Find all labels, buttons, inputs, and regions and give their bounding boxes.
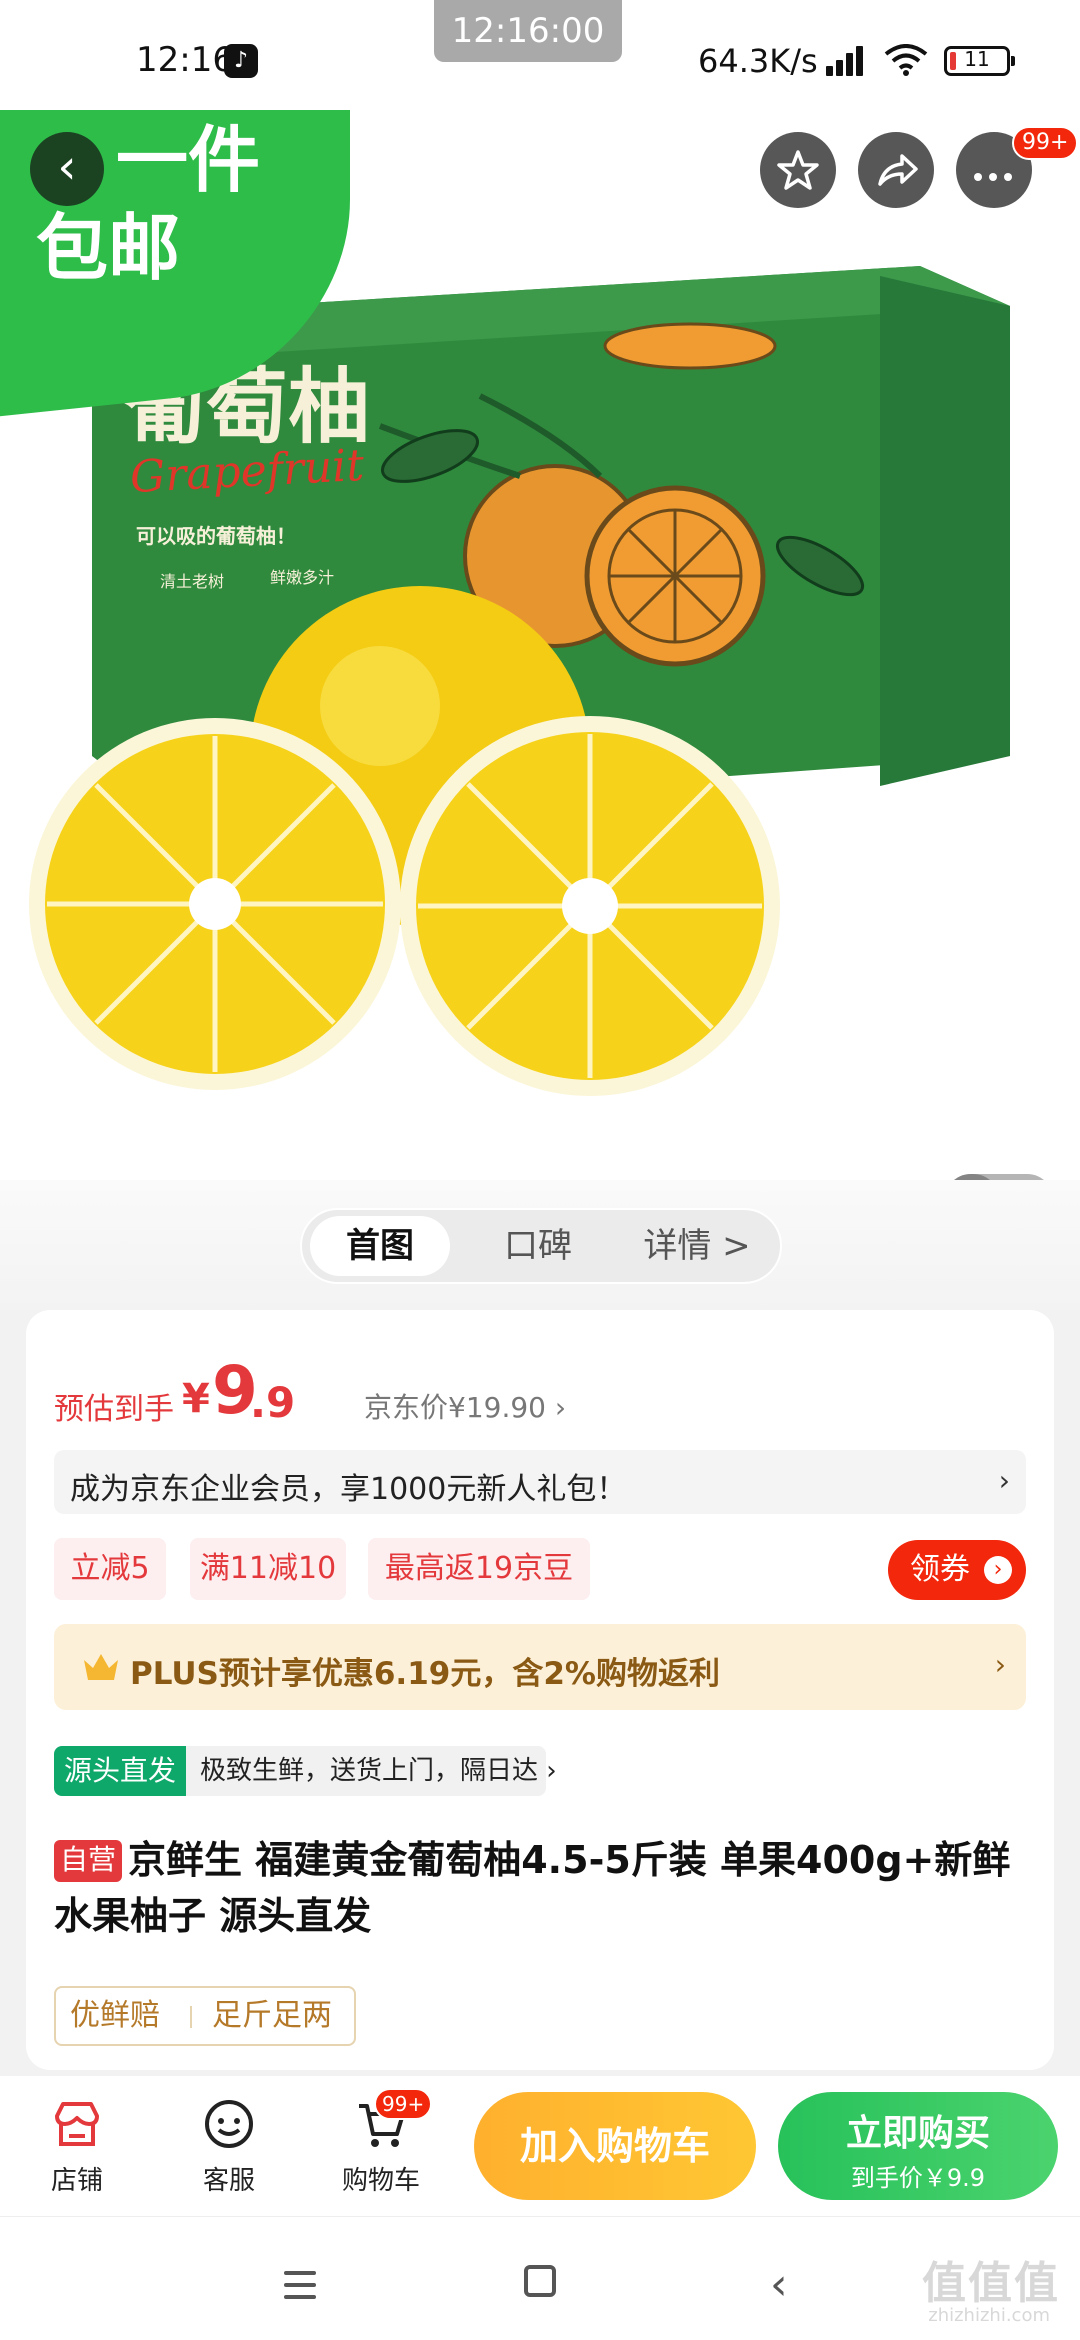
box-tagline: 可以吸的葡萄柚！ [136,524,296,548]
source-description: 极致生鲜，送货上门，隔日达 › [186,1746,557,1796]
store-label: 店铺 [50,2166,103,2196]
chevron-right-icon: › [994,1648,1006,1681]
member-banner[interactable]: 成为京东企业会员，享1000元新人礼包！ › [54,1450,1026,1514]
star-icon [777,150,819,190]
system-navigation-bar: ‹ 值值值 zhizhizhi.com [0,2216,1080,2340]
status-bar: 12:16 ♪ 12:16:00 64.3K/s 11 [0,0,1080,110]
coupon-tag-discount[interactable]: 立减5 [54,1538,166,1600]
share-icon [878,154,918,186]
product-title-text: 京鲜生 福建黄金葡萄柚4.5-5斤装 单果400g+新鲜水果柚子 源头直发 [54,1838,1011,1938]
clock-pill: 12:16:00 [434,0,622,62]
self-operated-badge: 自营 [54,1840,123,1882]
back-button[interactable]: ‹ [30,132,104,206]
watermark: 值值值 [922,2258,1060,2309]
chat-icon [205,2100,253,2148]
estimated-price-label: 预估到手 [54,1392,174,1427]
chevron-right-icon: › [998,1464,1010,1497]
jd-price-link[interactable]: 京东价¥19.90 › [364,1386,566,1426]
coupon-tag-threshold[interactable]: 满11减10 [190,1538,346,1600]
product-title: 自营 京鲜生 福建黄金葡萄柚4.5-5斤装 单果400g+新鲜水果柚子 源头直发 [54,1832,1034,1944]
product-info-card: 预估到手 ¥ 9 .9 京东价¥19.90 › 成为京东企业会员，享1000元新… [26,1310,1054,2070]
plus-banner-text: PLUS预计享优惠6.19元，含2%购物返利 [130,1656,720,1692]
coupon-tag-jingdou[interactable]: 最高返19京豆 [368,1538,590,1600]
guarantee-tags[interactable]: 优鲜赔 足斤足两 [54,1986,356,2046]
buy-now-price: 到手价￥9.9 [850,2164,986,2192]
network-speed: 64.3K/s [698,42,818,80]
crown-icon [84,1654,118,1680]
status-time: 12:16 [136,40,234,80]
tab-main-image[interactable]: 首图 [310,1216,450,1276]
buy-now-button[interactable]: 立即购买 到手价￥9.9 [778,2092,1058,2200]
price-decimal: .9 [250,1378,296,1427]
service-label: 客服 [202,2166,255,2196]
signal-icon [826,42,870,76]
tab-reviews[interactable]: 口碑 [478,1216,598,1276]
back-nav-button[interactable]: ‹ [770,2259,788,2310]
box-feature-2: 鲜嫩多汁 [270,568,335,587]
chevron-right-icon: › [984,1556,1012,1584]
customer-service-button[interactable]: 客服 [174,2096,284,2197]
add-to-cart-button[interactable]: 加入购物车 [474,2092,756,2200]
box-feature-1: 清土老树 [160,572,225,591]
home-button[interactable] [524,2265,556,2297]
wifi-icon [884,44,928,76]
store-icon [55,2102,99,2146]
product-image-carousel[interactable]: 葡萄柚 Grapefruit 可以吸的葡萄柚！ 清土老树 鲜嫩多汁 一件 包邮 … [0,96,1080,1180]
recent-apps-button[interactable] [284,2271,316,2307]
guarantee-weight: 足斤足两 [212,1998,332,2033]
tiktok-icon: ♪ [224,44,258,78]
more-icon [974,166,1019,185]
guarantee-fresh: 优鲜赔 [70,1998,160,2033]
plus-banner[interactable]: PLUS预计享优惠6.19元，含2%购物返利 › [54,1624,1026,1710]
battery-icon: 11 [944,46,1015,76]
get-coupon-button[interactable]: 领券 › [888,1540,1026,1600]
favorite-button[interactable] [760,132,836,208]
watermark-url: zhizhizhi.com [928,2305,1050,2326]
cart-badge: 99+ [374,2088,433,2120]
cart-label: 购物车 [341,2166,420,2196]
member-banner-text: 成为京东企业会员，享1000元新人礼包！ [70,1472,627,1507]
bottom-action-bar: 店铺 客服 购物车 99+ 加入购物车 立即购买 到手价￥9.9 [0,2076,1080,2216]
message-badge: 99+ [1012,126,1079,160]
share-button[interactable] [858,132,934,208]
currency-symbol: ¥ [182,1376,210,1422]
source-tag: 源头直发 [54,1746,186,1796]
tab-switch: 首图 口碑 详情 > [300,1208,782,1284]
buy-now-label: 立即购买 [845,2113,990,2154]
store-button[interactable]: 店铺 [22,2096,132,2197]
tabs-area: 首图 口碑 详情 > [0,1180,1080,1310]
battery-level: 11 [964,47,990,71]
tab-details[interactable]: 详情 > [632,1216,762,1276]
